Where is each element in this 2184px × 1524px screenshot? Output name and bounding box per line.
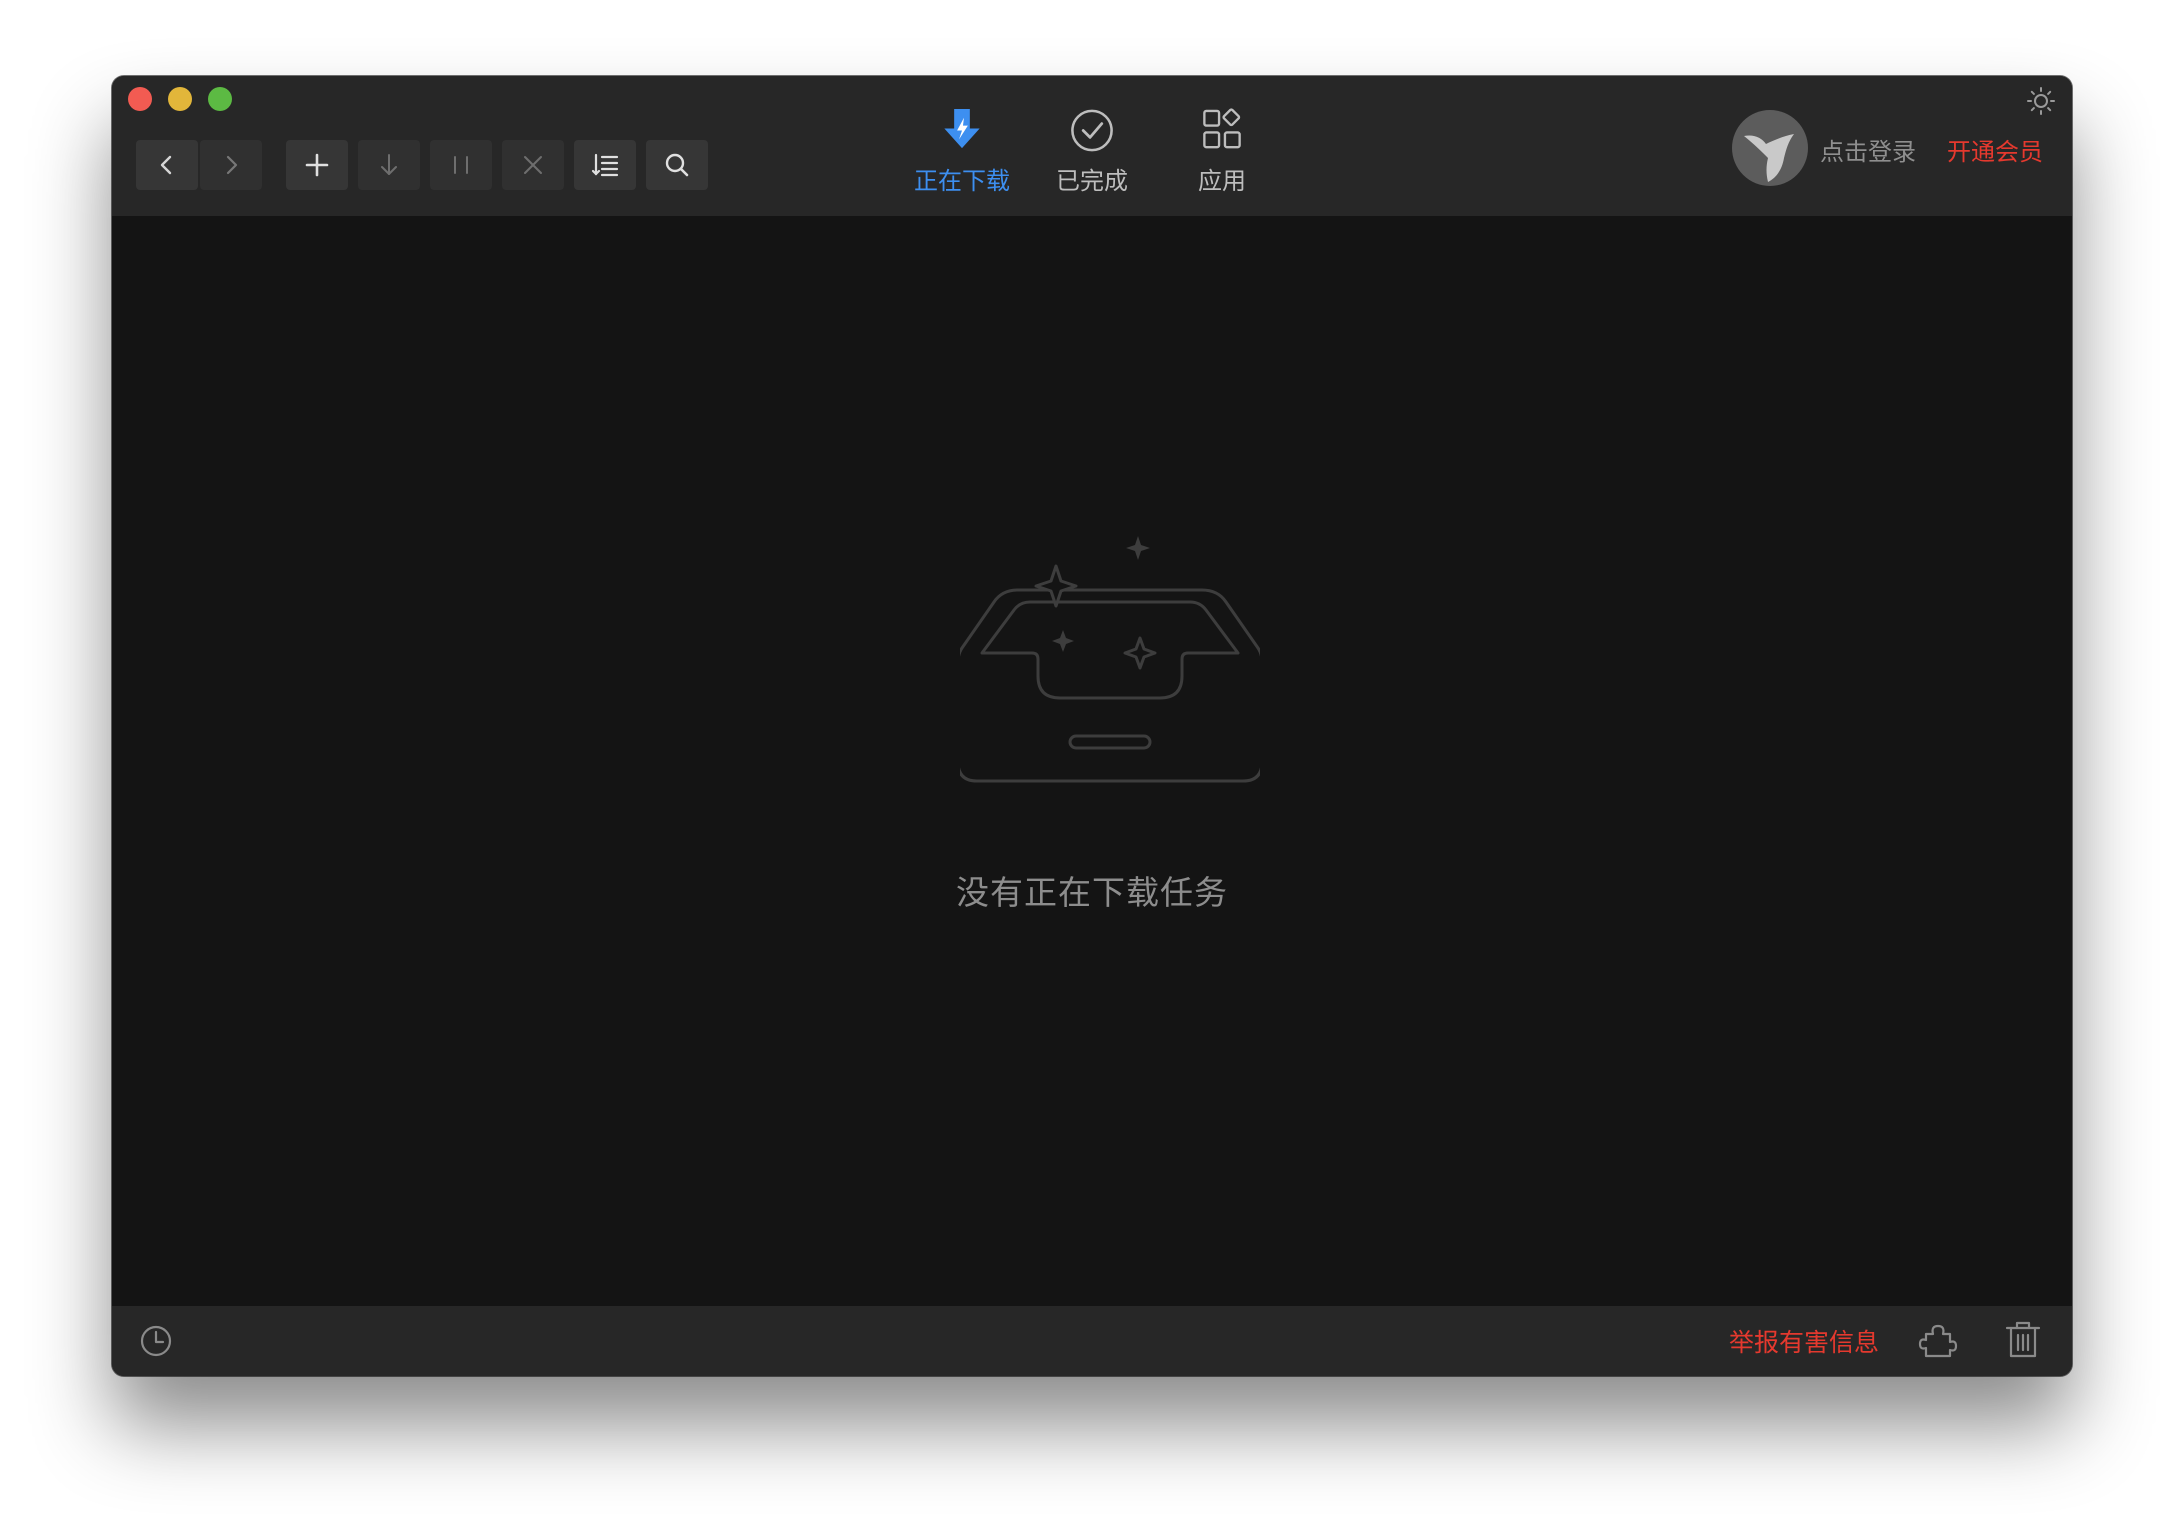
start-button[interactable] (358, 140, 420, 190)
download-bolt-icon (944, 108, 980, 149)
chevron-left-icon (160, 155, 172, 175)
report-harmful-link[interactable]: 举报有害信息 (1729, 1323, 1879, 1359)
forward-button[interactable] (200, 140, 262, 190)
title-toolbar: 正在下载 已完成 应用 点击登录 开通会员 (112, 76, 2072, 216)
trash-icon[interactable] (2004, 1320, 2042, 1360)
search-button[interactable] (646, 140, 708, 190)
window-close-button[interactable] (128, 87, 152, 111)
delete-button[interactable] (502, 140, 564, 190)
new-task-button[interactable] (286, 140, 348, 190)
close-icon (524, 156, 542, 174)
check-circle-icon (1071, 109, 1113, 152)
status-bar: 举报有害信息 (112, 1306, 2072, 1376)
window-minimize-button[interactable] (168, 87, 192, 111)
pause-button[interactable] (430, 140, 492, 190)
vip-link[interactable]: 开通会员 (1947, 132, 2043, 167)
back-button[interactable] (136, 140, 198, 190)
tab-label: 应用 (1198, 167, 1246, 195)
sort-list-icon (591, 153, 619, 177)
sort-button[interactable] (574, 140, 636, 190)
puzzle-icon[interactable] (1918, 1320, 1958, 1360)
apps-grid-icon (1203, 108, 1241, 149)
pause-icon (454, 156, 468, 174)
empty-inbox-icon (960, 536, 1260, 783)
login-link[interactable]: 点击登录 (1820, 132, 1916, 167)
theme-toggle-icon[interactable] (2026, 86, 2056, 116)
window-maximize-button[interactable] (208, 87, 232, 111)
app-window: 正在下载 已完成 应用 点击登录 开通会员 没有正在下载任务 举报有害信息 (112, 76, 2072, 1376)
tab-apps[interactable]: 应用 (1162, 106, 1282, 196)
tab-downloading[interactable]: 正在下载 (902, 106, 1022, 196)
hummingbird-logo-icon (1744, 134, 1794, 182)
clock-icon[interactable] (138, 1323, 174, 1359)
chevron-right-icon (226, 155, 238, 175)
empty-state-message: 没有正在下载任务 (956, 873, 1228, 912)
tab-label: 正在下载 (914, 167, 1010, 195)
tab-completed[interactable]: 已完成 (1032, 106, 1152, 196)
plus-icon (305, 153, 329, 177)
search-icon (665, 153, 689, 177)
avatar[interactable] (1732, 110, 1808, 186)
arrow-down-icon (381, 154, 397, 175)
tab-label: 已完成 (1056, 167, 1128, 195)
